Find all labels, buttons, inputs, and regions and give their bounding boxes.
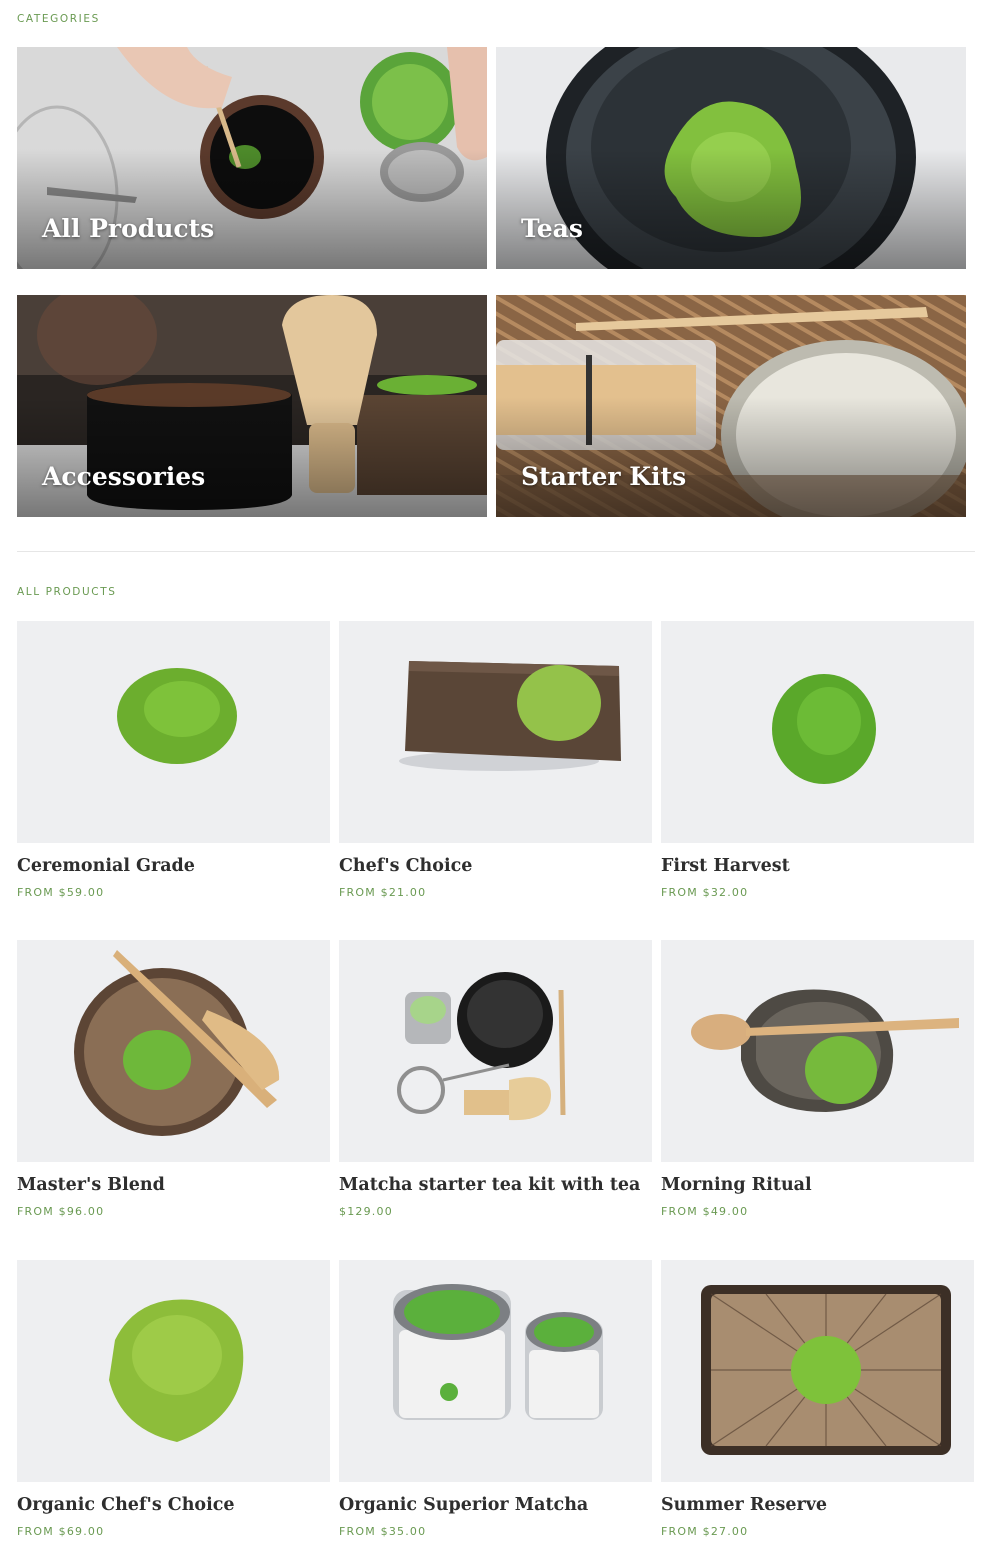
product-price: $129.00: [339, 1205, 393, 1218]
product-card-morning-ritual[interactable]: Morning Ritual FROM $49.00: [661, 940, 974, 1218]
product-price: FROM $69.00: [17, 1525, 105, 1538]
product-name[interactable]: Morning Ritual: [661, 1175, 974, 1195]
product-name[interactable]: Matcha starter tea kit with tea: [339, 1175, 652, 1195]
product-price: FROM $59.00: [17, 886, 105, 899]
product-card-masters-blend[interactable]: Master's Blend FROM $96.00: [17, 940, 330, 1218]
categories-heading: CATEGORIES: [17, 13, 100, 25]
product-name[interactable]: Master's Blend: [17, 1175, 330, 1195]
category-title: Starter Kits: [521, 462, 687, 491]
product-price: FROM $96.00: [17, 1205, 105, 1218]
product-card-matcha-starter-kit[interactable]: Matcha starter tea kit with tea $129.00: [339, 940, 652, 1218]
category-title: Accessories: [42, 462, 206, 491]
product-image: [661, 621, 974, 843]
shop-page: CATEGORIES All Products Teas Accessories…: [0, 0, 990, 1568]
product-price: FROM $27.00: [661, 1525, 749, 1538]
product-image: [17, 621, 330, 843]
product-name[interactable]: Chef's Choice: [339, 856, 652, 876]
category-card-teas[interactable]: Teas: [496, 47, 966, 269]
product-image: [17, 1260, 330, 1482]
product-image: [17, 940, 330, 1162]
product-price: FROM $35.00: [339, 1525, 427, 1538]
product-card-summer-reserve[interactable]: Summer Reserve FROM $27.00: [661, 1260, 974, 1538]
product-name[interactable]: Organic Chef's Choice: [17, 1495, 330, 1515]
product-image: [339, 621, 652, 843]
product-price: FROM $49.00: [661, 1205, 749, 1218]
category-card-all-products[interactable]: All Products: [17, 47, 487, 269]
product-card-chefs-choice[interactable]: Chef's Choice FROM $21.00: [339, 621, 652, 899]
product-image: [339, 940, 652, 1162]
product-name[interactable]: First Harvest: [661, 856, 974, 876]
product-price: FROM $21.00: [339, 886, 427, 899]
product-name[interactable]: Summer Reserve: [661, 1495, 974, 1515]
section-divider: [17, 551, 975, 552]
category-card-accessories[interactable]: Accessories: [17, 295, 487, 517]
product-name[interactable]: Organic Superior Matcha: [339, 1495, 652, 1515]
product-card-organic-chefs-choice[interactable]: Organic Chef's Choice FROM $69.00: [17, 1260, 330, 1538]
category-title: All Products: [42, 214, 215, 243]
product-image: [339, 1260, 652, 1482]
category-card-starter-kits[interactable]: Starter Kits: [496, 295, 966, 517]
category-title: Teas: [521, 214, 583, 243]
product-price: FROM $32.00: [661, 886, 749, 899]
product-card-first-harvest[interactable]: First Harvest FROM $32.00: [661, 621, 974, 899]
all-products-heading: ALL PRODUCTS: [17, 586, 117, 598]
product-image: [661, 940, 974, 1162]
product-name[interactable]: Ceremonial Grade: [17, 856, 330, 876]
product-card-ceremonial-grade[interactable]: Ceremonial Grade FROM $59.00: [17, 621, 330, 899]
product-image: [661, 1260, 974, 1482]
product-card-organic-superior-matcha[interactable]: Organic Superior Matcha FROM $35.00: [339, 1260, 652, 1538]
